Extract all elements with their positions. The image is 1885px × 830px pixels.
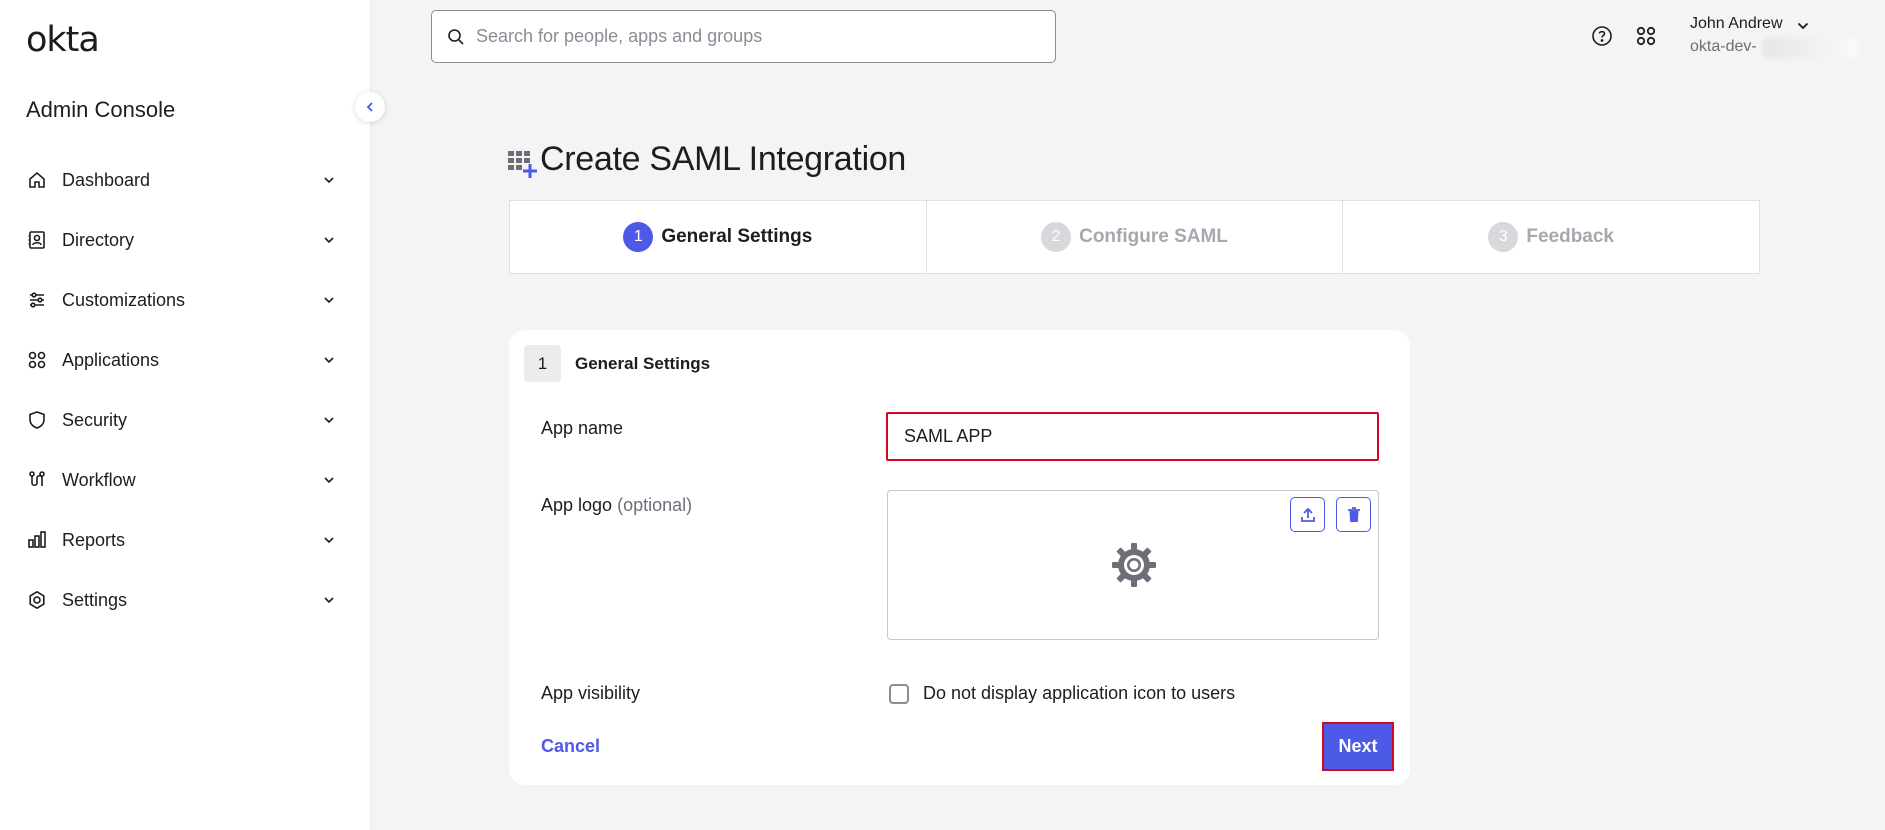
- search-input[interactable]: [476, 26, 1036, 47]
- chevron-left-icon: [366, 102, 373, 112]
- sidebar-item-label: Settings: [62, 589, 128, 610]
- step-number: 2: [1041, 222, 1072, 252]
- chevron-down-icon: [324, 357, 334, 364]
- section-title: General Settings: [575, 354, 711, 373]
- app-name-input[interactable]: [886, 412, 1379, 461]
- sidebar-item-label: Customizations: [62, 289, 186, 310]
- app-switcher-icon[interactable]: [1635, 25, 1657, 47]
- add-app-grid-icon: [508, 151, 537, 178]
- bar-chart-icon: [26, 529, 48, 551]
- user-org: okta-dev-: [1690, 38, 1757, 55]
- gear-icon: [26, 589, 48, 611]
- help-icon[interactable]: [1590, 24, 1614, 48]
- sidebar-nav: Dashboard Directory Customizations Appli…: [0, 150, 371, 630]
- step-label: Feedback: [1526, 226, 1614, 247]
- redacted-org-suffix: [1762, 38, 1857, 58]
- chevron-down-icon: [324, 417, 334, 424]
- cancel-button[interactable]: Cancel: [541, 736, 600, 757]
- collapse-sidebar-button[interactable]: [355, 92, 385, 122]
- app-logo-label: App logo (optional): [541, 495, 692, 516]
- app-name-label: App name: [541, 418, 624, 438]
- step-label: General Settings: [661, 226, 813, 247]
- page-title: Create SAML Integration: [540, 140, 907, 178]
- chevron-down-icon: [324, 477, 334, 484]
- apps-grid-icon: [26, 349, 48, 371]
- sidebar-item-label: Applications: [62, 349, 160, 370]
- sidebar-item-label: Reports: [62, 529, 126, 550]
- chevron-down-icon: [324, 537, 334, 544]
- hide-icon-checkbox[interactable]: [889, 684, 909, 704]
- chevron-down-icon: [324, 597, 334, 604]
- step-label: Configure SAML: [1079, 226, 1228, 247]
- upload-icon: [1300, 507, 1315, 522]
- search-box[interactable]: [431, 10, 1056, 63]
- upload-logo-button[interactable]: [1290, 497, 1325, 532]
- sidebar-item-workflow[interactable]: Workflow: [0, 450, 371, 510]
- app-visibility-label: App visibility: [541, 683, 641, 703]
- app-logo-label-text: App logo: [541, 495, 613, 515]
- user-name[interactable]: John Andrew: [1690, 15, 1783, 33]
- shield-icon: [26, 409, 48, 431]
- sidebar-item-customizations[interactable]: Customizations: [0, 270, 371, 330]
- chevron-down-icon: [324, 297, 334, 304]
- gear-icon: [1112, 543, 1156, 587]
- sidebar-item-applications[interactable]: Applications: [0, 330, 371, 390]
- step-number: 3: [1488, 222, 1519, 252]
- sidebar-item-label: Dashboard: [62, 169, 151, 190]
- okta-logo[interactable]: okta: [26, 20, 100, 60]
- console-title: Admin Console: [26, 97, 176, 122]
- chevron-down-icon: [324, 177, 334, 184]
- general-settings-card: 1 General Settings App name App logo (op…: [509, 330, 1410, 785]
- search-icon: [448, 28, 464, 45]
- sliders-icon: [26, 289, 48, 311]
- step-feedback: 3 Feedback: [1343, 201, 1759, 273]
- app-logo-dropzone[interactable]: [887, 490, 1379, 640]
- step-general-settings: 1 General Settings: [510, 201, 927, 273]
- sidebar-item-directory[interactable]: Directory: [0, 210, 371, 270]
- sidebar-item-reports[interactable]: Reports: [0, 510, 371, 570]
- trash-icon: [1347, 506, 1360, 522]
- sidebar-item-settings[interactable]: Settings: [0, 570, 371, 630]
- sidebar-item-security[interactable]: Security: [0, 390, 371, 450]
- sidebar: okta Admin Console Dashboard Directory C…: [0, 0, 371, 830]
- next-button[interactable]: Next: [1322, 722, 1394, 771]
- step-configure-saml: 2 Configure SAML: [927, 201, 1344, 273]
- workflow-icon: [26, 469, 48, 491]
- sidebar-item-label: Directory: [62, 229, 135, 250]
- home-icon: [26, 169, 48, 191]
- sidebar-item-label: Security: [62, 409, 128, 430]
- chevron-down-icon[interactable]: [1795, 18, 1811, 34]
- delete-logo-button[interactable]: [1336, 497, 1371, 532]
- hide-icon-checkbox-label[interactable]: Do not display application icon to users: [923, 683, 1235, 704]
- sidebar-item-dashboard[interactable]: Dashboard: [0, 150, 371, 210]
- directory-icon: [26, 229, 48, 251]
- sidebar-item-label: Workflow: [62, 469, 136, 490]
- chevron-down-icon: [324, 237, 334, 244]
- step-number: 1: [623, 222, 654, 252]
- section-number: 1: [524, 345, 561, 382]
- optional-hint: (optional): [617, 495, 693, 515]
- wizard-stepper: 1 General Settings 2 Configure SAML 3 Fe…: [509, 200, 1760, 274]
